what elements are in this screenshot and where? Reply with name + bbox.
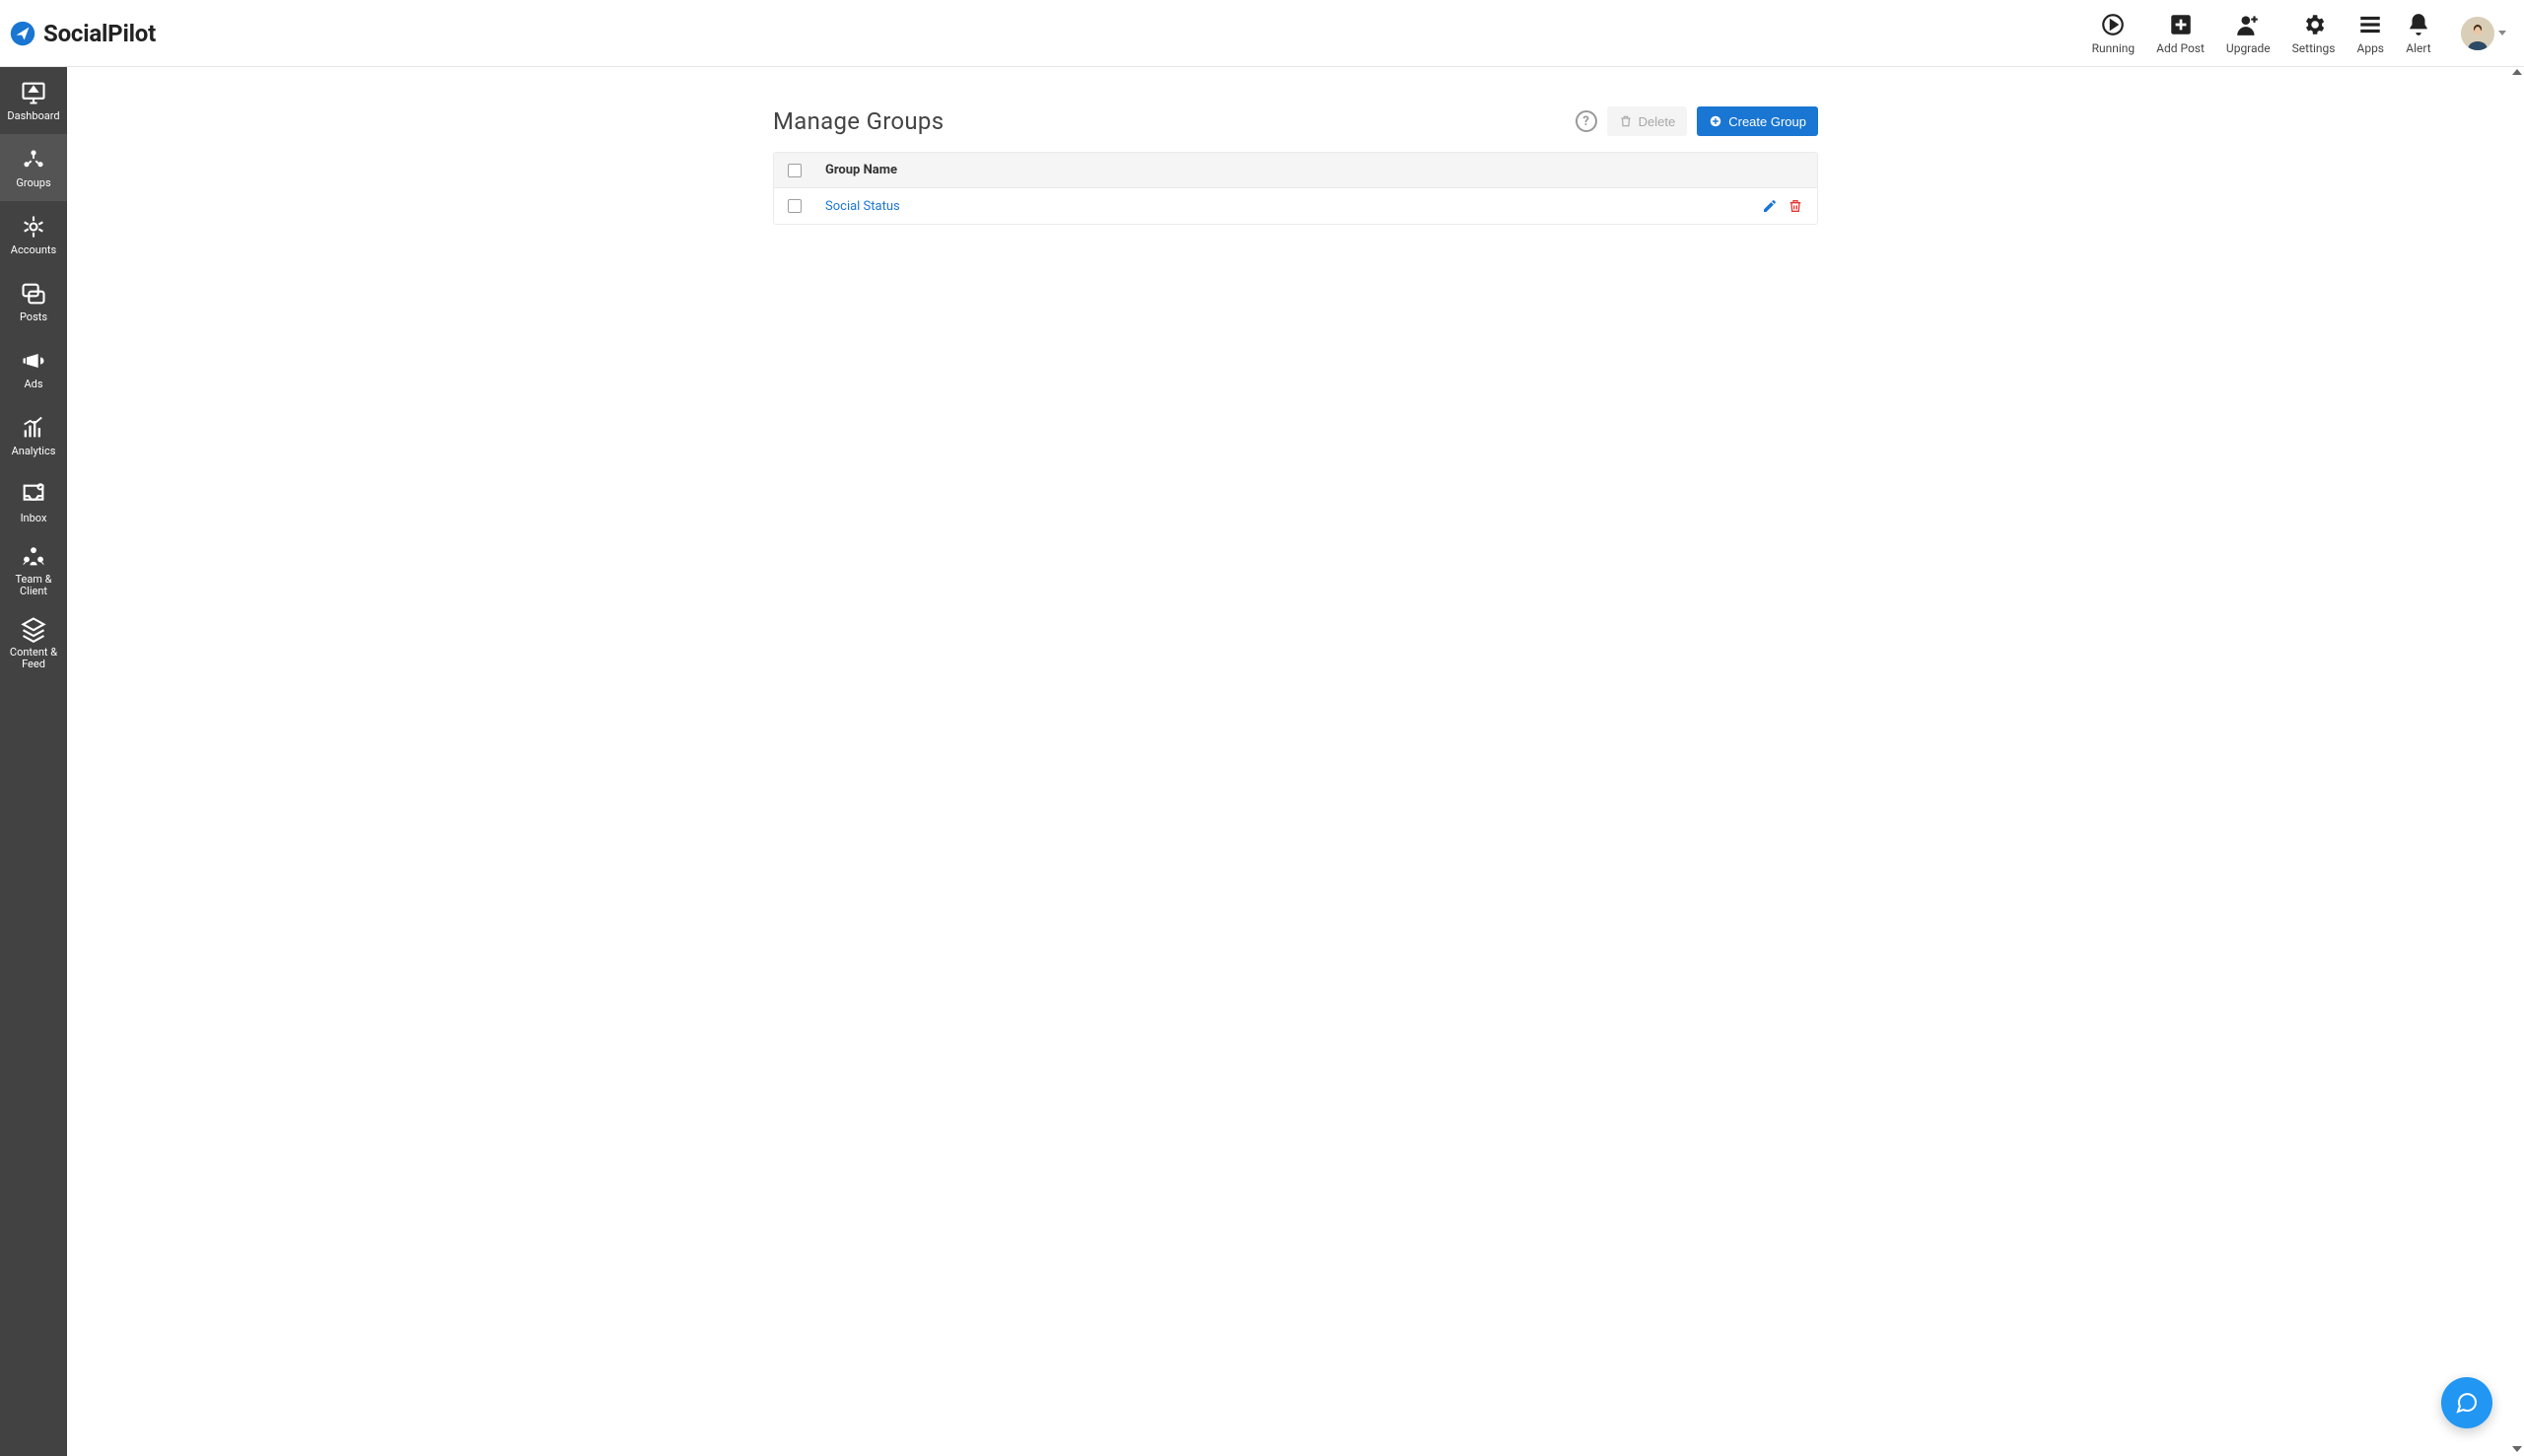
sidebar-item-ads[interactable]: Ads	[0, 335, 67, 402]
page-header: Manage Groups ? Delete Create Group	[773, 106, 1818, 136]
topnav-label: Add Post	[2156, 41, 2205, 55]
analytics-icon	[20, 414, 47, 442]
sidebar-item-posts[interactable]: Posts	[0, 268, 67, 335]
play-circle-icon	[2100, 12, 2126, 37]
topnav-alert[interactable]: Alert	[2406, 12, 2431, 55]
topnav-upgrade[interactable]: Upgrade	[2226, 12, 2271, 55]
create-group-button[interactable]: Create Group	[1697, 106, 1818, 136]
select-all-checkbox[interactable]	[788, 164, 802, 177]
topnav-apps[interactable]: Apps	[2357, 12, 2385, 55]
chevron-down-icon	[2498, 31, 2506, 35]
plus-circle-icon	[1709, 114, 1722, 128]
user-menu[interactable]	[2461, 17, 2506, 50]
chat-fab[interactable]	[2441, 1377, 2492, 1428]
topnav-add-post[interactable]: Add Post	[2156, 12, 2205, 55]
sidebar-item-label: Accounts	[11, 244, 56, 256]
groups-icon	[20, 146, 47, 173]
edit-button[interactable]	[1762, 198, 1778, 214]
sidebar-item-label: Content & Feed	[2, 647, 65, 670]
sidebar: Dashboard Groups Accounts Posts Ads	[0, 67, 67, 1456]
delete-row-button[interactable]	[1788, 198, 1803, 214]
topnav: Running Add Post Upgrade Settings Apps	[2092, 12, 2514, 55]
sidebar-item-label: Team & Client	[2, 574, 65, 597]
team-icon	[20, 542, 47, 570]
sidebar-item-groups[interactable]: Groups	[0, 134, 67, 201]
paper-plane-icon	[10, 21, 35, 46]
scroll-down-icon	[2512, 1446, 2522, 1452]
chat-icon	[2455, 1391, 2479, 1415]
topnav-label: Upgrade	[2226, 41, 2271, 55]
sidebar-item-label: Ads	[24, 379, 42, 390]
trash-icon	[1619, 114, 1633, 128]
menu-icon	[2357, 12, 2383, 37]
question-icon: ?	[1582, 114, 1588, 129]
sidebar-item-label: Inbox	[21, 513, 47, 524]
dashboard-icon	[20, 79, 47, 106]
avatar	[2461, 17, 2494, 50]
group-name-link[interactable]: Social Status	[825, 199, 1742, 214]
topnav-label: Apps	[2357, 41, 2385, 55]
column-group-name: Group Name	[825, 163, 897, 177]
topnav-running[interactable]: Running	[2092, 12, 2136, 55]
inbox-icon	[20, 481, 47, 509]
select-all-cell	[788, 164, 806, 177]
topnav-label: Running	[2092, 41, 2136, 55]
row-actions	[1762, 198, 1803, 214]
trash-icon	[1788, 198, 1803, 214]
row-select-cell	[788, 199, 806, 213]
topnav-label: Alert	[2406, 41, 2430, 55]
sidebar-item-accounts[interactable]: Accounts	[0, 201, 67, 268]
brand-logo[interactable]: SocialPilot	[8, 20, 156, 47]
delete-label: Delete	[1639, 114, 1676, 129]
sidebar-item-label: Analytics	[12, 446, 56, 457]
sidebar-item-inbox[interactable]: Inbox	[0, 469, 67, 536]
brand-name: SocialPilot	[43, 20, 156, 47]
sidebar-item-label: Groups	[16, 177, 50, 189]
sidebar-item-team-client[interactable]: Team & Client	[0, 536, 67, 603]
row-checkbox[interactable]	[788, 199, 802, 213]
scroll-up-icon	[2512, 69, 2522, 75]
create-label: Create Group	[1728, 114, 1806, 129]
content: Manage Groups ? Delete Create Group	[773, 106, 1818, 1417]
sidebar-item-dashboard[interactable]: Dashboard	[0, 67, 67, 134]
topnav-label: Settings	[2292, 41, 2336, 55]
pencil-icon	[1762, 198, 1778, 214]
delete-button[interactable]: Delete	[1607, 106, 1688, 136]
layers-icon	[20, 615, 47, 643]
plus-square-icon	[2168, 12, 2194, 37]
accounts-icon	[20, 213, 47, 241]
page-title: Manage Groups	[773, 107, 944, 135]
sidebar-item-analytics[interactable]: Analytics	[0, 402, 67, 469]
table-row: Social Status	[774, 188, 1817, 224]
user-plus-icon	[2235, 12, 2261, 37]
page-actions: ? Delete Create Group	[1576, 106, 1818, 136]
table-header: Group Name	[774, 153, 1817, 188]
main: Manage Groups ? Delete Create Group	[67, 67, 2524, 1456]
body: Dashboard Groups Accounts Posts Ads	[0, 67, 2524, 1456]
help-button[interactable]: ?	[1576, 110, 1597, 132]
megaphone-icon	[20, 347, 47, 375]
sidebar-item-label: Dashboard	[7, 110, 59, 122]
gear-icon	[2301, 12, 2327, 37]
sidebar-item-content-feed[interactable]: Content & Feed	[0, 603, 67, 682]
posts-icon	[20, 280, 47, 308]
topbar: SocialPilot Running Add Post Upgrade Set…	[0, 0, 2524, 67]
bell-icon	[2406, 12, 2431, 37]
groups-table: Group Name Social Status	[773, 152, 1818, 225]
topnav-settings[interactable]: Settings	[2292, 12, 2336, 55]
sidebar-item-label: Posts	[20, 312, 47, 323]
